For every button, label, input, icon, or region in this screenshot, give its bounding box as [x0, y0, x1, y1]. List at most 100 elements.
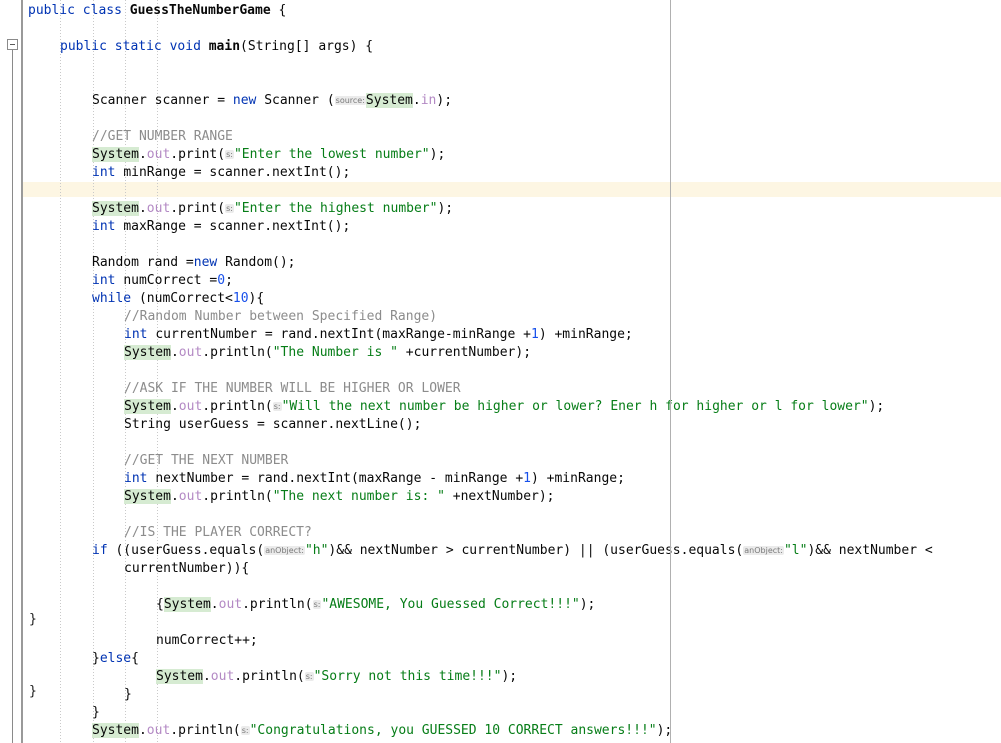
right-margin-guide [670, 0, 671, 743]
code-line[interactable]: int maxRange = scanner.nextInt(); [92, 218, 350, 236]
code-token: "Enter the lowest number" [233, 147, 430, 162]
code-token: . [202, 669, 211, 684]
code-line[interactable]: //GET NUMBER RANGE [92, 128, 233, 146]
code-line[interactable]: System.out.println("The next number is: … [124, 488, 555, 506]
code-token: //IS THE PLAYER CORRECT? [124, 525, 312, 540]
parameter-hint: source: [334, 96, 366, 105]
code-token: int [124, 471, 156, 486]
code-token: out [218, 597, 243, 612]
code-line[interactable]: } [124, 686, 132, 704]
code-token: maxRange = scanner.nextInt(); [123, 219, 351, 234]
code-line[interactable]: System.out.println("The Number is " +cur… [124, 344, 531, 362]
code-line[interactable]: System.out.println(s:"Will the next numb… [124, 398, 884, 416]
code-token: int [92, 273, 124, 288]
code-token: nextNumber = rand.nextInt(maxRange - min… [155, 471, 524, 486]
code-line[interactable]: //Random Number between Specified Range) [124, 308, 437, 326]
code-token: .print( [170, 201, 226, 216]
code-token: ); [579, 597, 596, 612]
code-token: +nextNumber); [444, 489, 555, 504]
code-token: System [92, 201, 139, 216]
code-token: //GET NUMBER RANGE [92, 129, 233, 144]
code-line[interactable]: int numCorrect =0; [92, 272, 233, 290]
code-line[interactable]: System.out.print(s:"Enter the lowest num… [92, 146, 445, 164]
code-token: { [131, 651, 139, 666]
code-token: int [124, 327, 156, 342]
code-line[interactable]: public class GuessTheNumberGame { [28, 2, 286, 20]
fold-region-line[interactable] [12, 50, 13, 743]
code-token: System [124, 345, 171, 360]
code-line[interactable]: while (numCorrect<10){ [92, 290, 264, 308]
code-token: System [124, 399, 171, 414]
code-line[interactable]: Scanner scanner = new Scanner (source:Sy… [92, 92, 452, 110]
parameter-hint: anObject: [264, 546, 305, 555]
code-token: { [156, 597, 164, 612]
code-token: new [193, 255, 226, 270]
code-token: . [138, 201, 147, 216]
code-line[interactable]: } [92, 704, 100, 722]
code-token: Random rand = [92, 255, 194, 270]
code-token: . [138, 723, 147, 738]
code-line[interactable]: Random rand =new Random(); [92, 254, 296, 272]
code-token: currentNumber = rand.nextInt(maxRange-mi… [155, 327, 531, 342]
code-line[interactable]: }else{ [92, 650, 139, 668]
code-token: Scanner ( [264, 93, 335, 108]
code-token: ); [868, 399, 885, 414]
collapse-minus-icon[interactable] [7, 39, 18, 50]
code-line[interactable]: {System.out.println(s:"AWESOME, You Gues… [156, 596, 595, 614]
code-token: in [420, 93, 437, 108]
code-token: out [146, 201, 171, 216]
code-token: } [92, 651, 100, 666]
parameter-hint: s: [304, 672, 314, 681]
code-token: 0 [217, 273, 226, 288]
code-token: currentNumber)){ [124, 561, 250, 576]
code-token: while [92, 291, 139, 306]
code-token: . [210, 597, 219, 612]
gutter-divider [21, 0, 22, 743]
code-token: System [365, 93, 413, 108]
code-line[interactable]: currentNumber)){ [124, 560, 249, 578]
code-line[interactable]: if ((userGuess.equals(anObject:"h")&& ne… [92, 542, 933, 560]
code-editor[interactable]: public class GuessTheNumberGame { public … [0, 0, 1001, 743]
code-line[interactable]: numCorrect++; [156, 632, 258, 650]
code-token: out [178, 345, 203, 360]
code-line[interactable]: int nextNumber = rand.nextInt(maxRange -… [124, 470, 625, 488]
code-token: public [60, 39, 115, 54]
code-token: .println( [202, 345, 273, 360]
code-line[interactable]: System.out.print(s:"Enter the highest nu… [92, 200, 453, 218]
code-token: )&& nextNumber < [807, 543, 933, 558]
code-line[interactable]: public static void main(String[] args) { [60, 38, 373, 56]
code-token: ((userGuess.equals( [115, 543, 265, 558]
code-token: (numCorrect< [138, 291, 233, 306]
code-line[interactable]: String userGuess = scanner.nextLine(); [124, 416, 421, 434]
code-token: out [210, 669, 235, 684]
code-token: .println( [234, 669, 305, 684]
code-token: (String[] args) { [240, 39, 374, 54]
code-token: int [92, 165, 124, 180]
code-token: GuessTheNumberGame [129, 3, 271, 18]
code-token: "Will the next number be higher or lower… [281, 399, 869, 414]
code-line[interactable]: //GET THE NEXT NUMBER [124, 452, 288, 470]
code-token: minRange = scanner.nextInt(); [123, 165, 351, 180]
code-token: .print( [170, 147, 226, 162]
code-line[interactable]: System.out.println(s:"Sorry not this tim… [156, 668, 517, 686]
code-token: System [163, 597, 211, 612]
code-line[interactable]: int currentNumber = rand.nextInt(maxRang… [124, 326, 633, 344]
code-token: )&& nextNumber > currentNumber) || (user… [328, 543, 744, 558]
code-line[interactable]: System.out.println(s:"Congratulations, y… [92, 722, 672, 740]
code-token: "AWESOME, You Guessed Correct!!!" [321, 597, 580, 612]
code-line[interactable]: //ASK IF THE NUMBER WILL BE HIGHER OR LO… [124, 380, 461, 398]
code-token: .println( [202, 399, 273, 414]
code-token: if [92, 543, 116, 558]
code-token: System [124, 489, 171, 504]
code-token: } [92, 705, 100, 720]
code-line[interactable]: //IS THE PLAYER CORRECT? [124, 524, 312, 542]
code-surface[interactable]: public class GuessTheNumberGame { public … [0, 0, 1001, 743]
code-token: main [208, 39, 241, 54]
parameter-hint: s: [225, 204, 234, 213]
code-token: 1 [523, 471, 531, 486]
code-token: } [124, 687, 132, 702]
code-line[interactable]: int minRange = scanner.nextInt(); [92, 164, 350, 182]
code-token: //ASK IF THE NUMBER WILL BE HIGHER OR LO… [124, 381, 461, 396]
code-token: +currentNumber); [397, 345, 532, 360]
code-token: .println( [170, 723, 241, 738]
